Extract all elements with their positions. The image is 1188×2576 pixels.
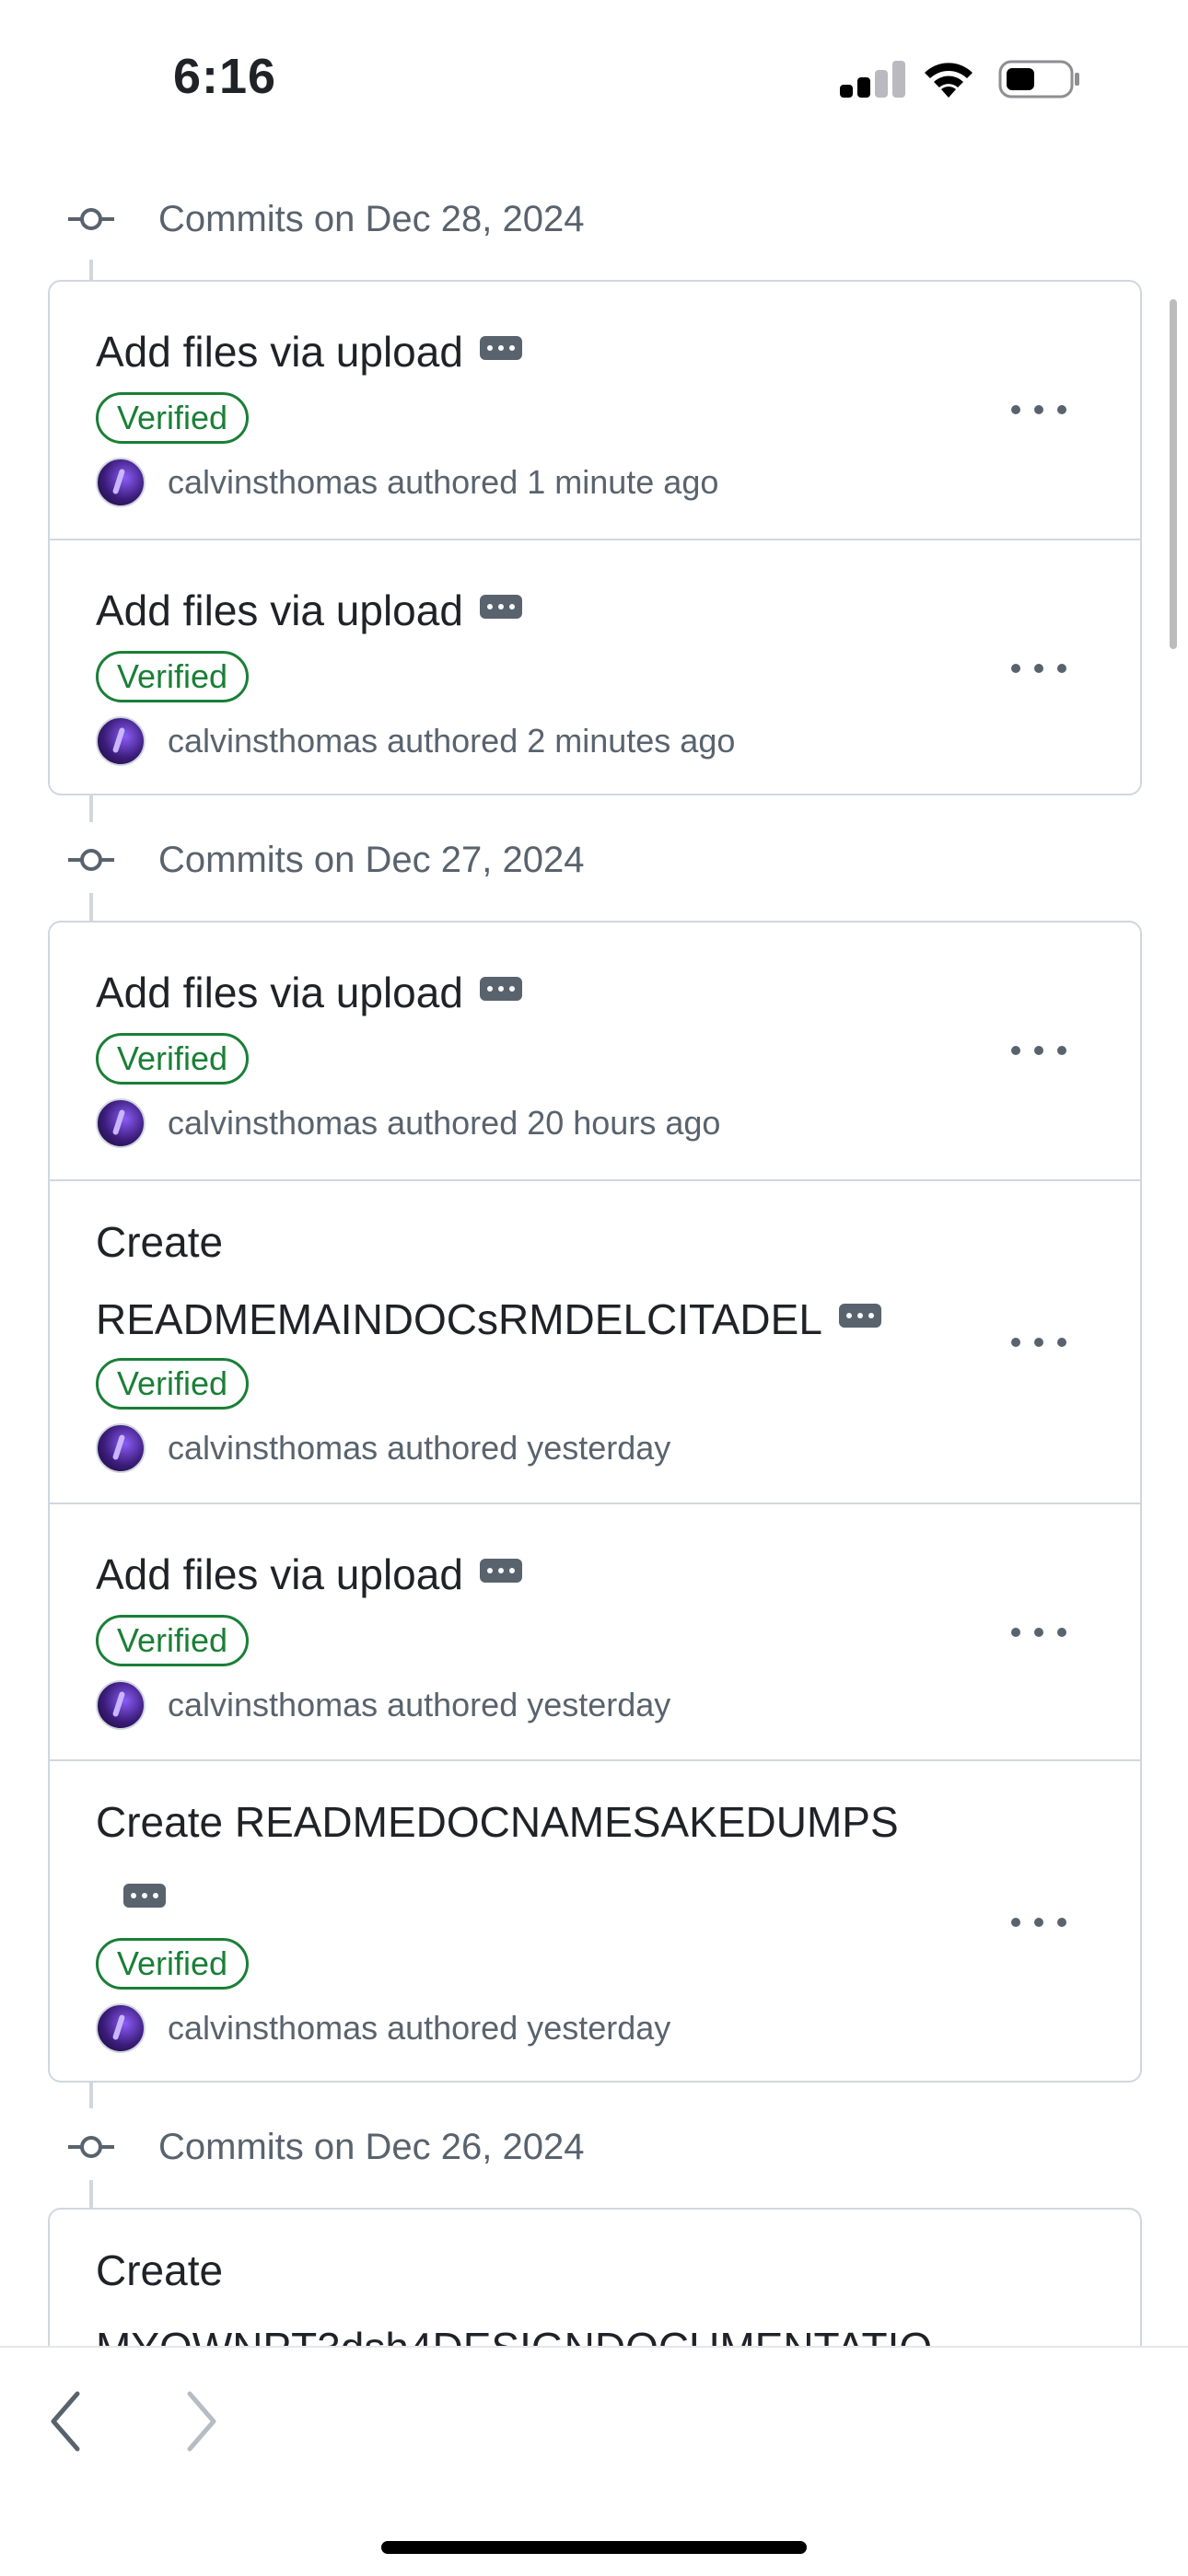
commit-message-text[interactable]: Create <box>96 1203 980 1281</box>
more-options-icon[interactable] <box>1011 390 1066 427</box>
more-options-icon[interactable] <box>1011 1031 1066 1068</box>
author-text: calvinsthomas authored yesterday <box>168 1686 671 1723</box>
timeline-line <box>89 2180 93 2210</box>
avatar[interactable] <box>96 458 146 507</box>
git-commit-icon <box>68 849 114 871</box>
commit-author-line: calvinsthomas authored 1 minute ago <box>96 457 718 508</box>
scrollbar[interactable] <box>1170 299 1177 649</box>
author-text: calvinsthomas authored 1 minute ago <box>168 463 719 501</box>
commit-message[interactable]: Add files via upload <box>96 572 980 649</box>
commit-group-card: Add files via upload Verified calvinstho… <box>48 280 1142 795</box>
commit-message[interactable]: Create READMEMAINDOCsRMDELCITADEL <box>96 1203 980 1358</box>
commit-group-title: Commits on Dec 27, 2024 <box>158 840 585 880</box>
more-options-icon[interactable] <box>1011 1323 1066 1360</box>
commit-author-line: calvinsthomas authored 2 minutes ago <box>96 715 735 767</box>
avatar[interactable] <box>96 716 146 766</box>
status-bar: 6:16 <box>0 0 1188 157</box>
commit-message-text[interactable]: READMEMAINDOCsRMDELCITADEL <box>96 1295 822 1343</box>
home-indicator[interactable] <box>381 2541 807 2554</box>
avatar[interactable] <box>96 1423 146 1473</box>
verified-badge[interactable]: Verified <box>96 651 250 702</box>
commit-author-line: calvinsthomas authored yesterday <box>96 1422 670 1474</box>
commit-author-line: calvinsthomas authored 20 hours ago <box>96 1097 720 1149</box>
author-text: calvinsthomas authored yesterday <box>168 1429 671 1467</box>
expand-description-button[interactable] <box>479 976 522 1001</box>
cellular-signal-icon <box>840 61 906 98</box>
commit-message-text[interactable]: Add files via upload <box>96 328 463 376</box>
commit-row[interactable]: Add files via upload Verified calvinstho… <box>50 1503 1140 1759</box>
commit-message-text[interactable]: Create <box>96 2232 980 2309</box>
more-options-icon[interactable] <box>1011 1613 1066 1650</box>
more-options-icon[interactable] <box>1011 649 1066 686</box>
commit-author-line: calvinsthomas authored yesterday <box>96 2002 670 2054</box>
verified-badge[interactable]: Verified <box>96 1615 250 1666</box>
commit-message-text[interactable]: Create READMEDOCNAMESAKEDUMPS <box>96 1783 980 1861</box>
commit-message[interactable]: Create MYOWNPT3dsh4DESIGNDOCUMENTATIO <box>96 2232 980 2346</box>
avatar[interactable] <box>96 1098 146 1148</box>
commit-group-title: Commits on Dec 28, 2024 <box>158 199 585 239</box>
commit-message[interactable]: Add files via upload <box>96 313 980 390</box>
verified-badge[interactable]: Verified <box>96 1938 250 1990</box>
commit-message-text[interactable]: MYOWNPT3dsh4DESIGNDOCUMENTATIO <box>96 2309 980 2346</box>
commit-message-text[interactable]: Add files via upload <box>96 586 463 634</box>
commit-group-header: Commits on Dec 27, 2024 <box>0 823 1188 897</box>
commit-group-header: Commits on Dec 26, 2024 <box>0 2110 1188 2184</box>
commit-row[interactable]: Add files via upload Verified calvinstho… <box>50 539 1140 794</box>
verified-badge[interactable]: Verified <box>96 392 250 444</box>
verified-badge[interactable]: Verified <box>96 1358 250 1410</box>
commit-group-card: Add files via upload Verified calvinstho… <box>48 921 1142 2083</box>
expand-description-button[interactable] <box>123 1883 166 1908</box>
commit-group-header: Commits on Dec 28, 2024 <box>0 182 1188 256</box>
wifi-icon <box>925 63 973 98</box>
commit-row[interactable]: Add files via upload Verified calvinstho… <box>50 922 1140 1179</box>
avatar[interactable] <box>96 2003 146 2053</box>
timeline-line <box>89 2081 93 2108</box>
commit-message-text[interactable]: Add files via upload <box>96 969 463 1016</box>
commits-list[interactable]: Commits on Dec 28, 2024 Add files via up… <box>0 157 1188 2346</box>
more-options-icon[interactable] <box>1011 1903 1066 1940</box>
timeline-line <box>89 893 93 922</box>
git-commit-icon <box>68 208 114 230</box>
git-commit-icon <box>68 2136 114 2158</box>
author-text: calvinsthomas authored yesterday <box>168 2009 671 2047</box>
timeline-line <box>89 795 93 822</box>
avatar[interactable] <box>96 1680 146 1730</box>
author-text: calvinsthomas authored 20 hours ago <box>168 1104 721 1142</box>
commit-row[interactable]: Create READMEMAINDOCsRMDELCITADEL Verifi… <box>50 1179 1140 1503</box>
expand-description-button[interactable] <box>479 335 522 360</box>
forward-chevron-icon[interactable] <box>175 2385 227 2458</box>
status-time: 6:16 <box>173 49 277 104</box>
bottom-toolbar <box>0 2346 1188 2576</box>
expand-description-button[interactable] <box>838 1303 881 1328</box>
commit-message[interactable]: Create READMEDOCNAMESAKEDUMPS <box>96 1783 980 1938</box>
commit-row[interactable]: Create READMEDOCNAMESAKEDUMPS Verified c… <box>50 1759 1140 2081</box>
author-text: calvinsthomas authored 2 minutes ago <box>168 722 736 760</box>
commit-author-line: calvinsthomas authored yesterday <box>96 1679 670 1731</box>
commit-row[interactable]: Add files via upload Verified calvinstho… <box>50 282 1140 539</box>
expand-description-button[interactable] <box>479 594 522 619</box>
commit-message[interactable]: Add files via upload <box>96 954 980 1031</box>
commit-message[interactable]: Add files via upload <box>96 1536 980 1613</box>
commit-row[interactable]: Create MYOWNPT3dsh4DESIGNDOCUMENTATIO <box>50 2210 1140 2346</box>
commit-group-title: Commits on Dec 26, 2024 <box>158 2127 585 2167</box>
timeline-line <box>89 260 93 280</box>
commit-message-text[interactable]: Add files via upload <box>96 1550 463 1598</box>
expand-description-button[interactable] <box>479 1558 522 1583</box>
commit-group-card: Create MYOWNPT3dsh4DESIGNDOCUMENTATIO <box>48 2208 1142 2346</box>
back-chevron-icon[interactable] <box>41 2385 92 2458</box>
battery-icon <box>998 60 1079 99</box>
verified-badge[interactable]: Verified <box>96 1033 250 1085</box>
